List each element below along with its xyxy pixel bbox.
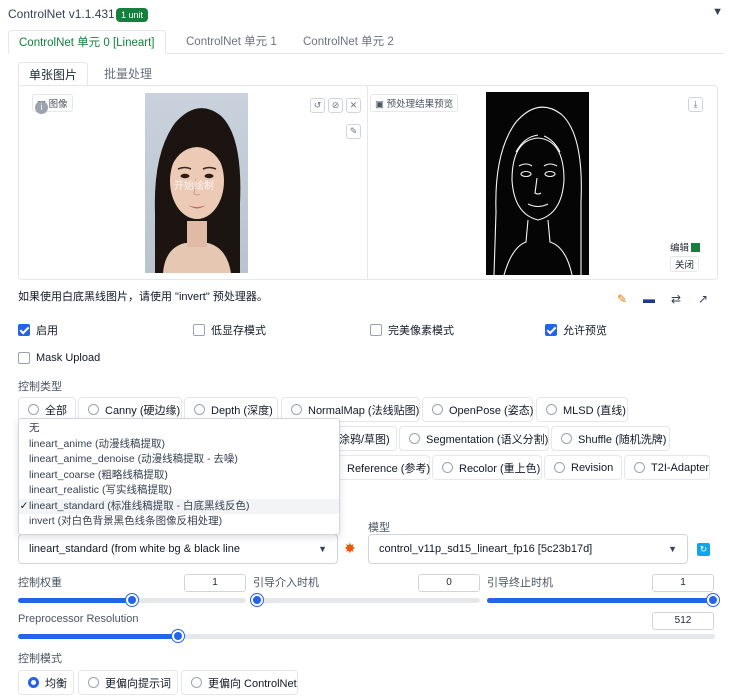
tab-single-image[interactable]: 单张图片	[18, 62, 89, 86]
preprocessor-option[interactable]: lineart_anime_denoise (动漫线稿提取 - 去噪)	[19, 452, 339, 468]
model-label: 模型	[368, 522, 390, 534]
edit-sheet-icon[interactable]: ✎	[612, 290, 632, 308]
image-icon: ▣	[375, 99, 387, 110]
checkbox-box[interactable]	[545, 324, 557, 336]
checkbox-box[interactable]	[18, 352, 30, 364]
checkbox-box[interactable]	[18, 324, 30, 336]
radio-dot[interactable]	[291, 404, 302, 415]
swap-icon[interactable]: ⇄	[666, 290, 686, 308]
low-vram-checkbox[interactable]: 低显存模式	[193, 322, 266, 338]
preview-label: ▣ 预处理结果预览	[370, 94, 459, 112]
weight-input[interactable]: 1	[184, 574, 246, 592]
radio-dot[interactable]	[554, 462, 565, 473]
radio-dot[interactable]	[634, 462, 645, 473]
download-icon[interactable]: ⤓	[688, 97, 703, 112]
camera-icon[interactable]: ▬	[639, 290, 659, 308]
model-select[interactable]: control_v11p_sd15_lineart_fp16 [5c23b17d…	[368, 534, 688, 564]
radio-dot[interactable]	[191, 677, 202, 688]
slider-thumb[interactable]	[251, 594, 263, 606]
end-slider[interactable]	[487, 594, 719, 606]
preprocessor-preview	[486, 92, 589, 275]
unit-count-badge: 1 unit	[116, 8, 149, 22]
lineart-image	[493, 106, 582, 275]
close-preview-button[interactable]: 关闭	[670, 256, 700, 272]
radio-dot[interactable]	[432, 404, 443, 415]
control-mode-balanced[interactable]: 均衡	[18, 670, 74, 695]
control-mode-prompt[interactable]: 更偏向提示词	[78, 670, 178, 695]
radio-dot[interactable]	[546, 404, 557, 415]
checkbox-box[interactable]	[370, 324, 382, 336]
collapse-arrow-icon[interactable]: ▼	[712, 6, 723, 18]
start-input[interactable]: 0	[418, 574, 480, 592]
radio-dot[interactable]	[28, 677, 39, 688]
close-icon[interactable]: ✕	[346, 98, 361, 113]
image-tabs: 单张图片 批量处理	[18, 62, 718, 86]
start-label: 引导介入时机	[253, 577, 319, 589]
edit-icon	[691, 243, 701, 252]
panel-divider	[367, 85, 368, 280]
slider-thumb[interactable]	[126, 594, 138, 606]
slider-thumb[interactable]	[172, 630, 185, 642]
resolution-input[interactable]: 512	[652, 612, 714, 630]
brush-icon[interactable]: ✎	[346, 124, 361, 139]
draw-watermark: 开始绘制	[174, 181, 214, 192]
control-mode-label: 控制模式	[18, 653, 62, 665]
preprocessor-dropdown-list: 无 lineart_anime (动漫线稿提取) lineart_anime_d…	[18, 418, 340, 535]
preprocessor-option[interactable]: lineart_coarse (粗略线稿提取)	[19, 468, 339, 484]
check-icon: ✓	[19, 499, 29, 512]
tab-unit-1[interactable]: ControlNet 单元 1	[176, 30, 287, 54]
radio-dot[interactable]	[194, 404, 205, 415]
end-label: 引导终止时机	[487, 577, 553, 589]
unit-tabs: ControlNet 单元 0 [Lineart] ControlNet 单元 …	[8, 30, 724, 54]
tab-unit-0[interactable]: ControlNet 单元 0 [Lineart]	[8, 30, 166, 54]
radio-dot[interactable]	[88, 404, 99, 415]
resolution-label: Preprocessor Resolution	[18, 613, 139, 625]
preprocessor-option[interactable]: lineart_anime (动漫线稿提取)	[19, 437, 339, 453]
preprocessor-option[interactable]: invert (对白色背景黑色线条图像反相处理)	[19, 514, 339, 530]
radio-dot[interactable]	[442, 462, 453, 473]
refresh-icon[interactable]: ↻	[697, 543, 710, 556]
edit-button[interactable]: 编辑	[670, 240, 701, 254]
panel-title: ControlNet v1.1.431	[8, 7, 115, 21]
control-mode-controlnet[interactable]: 更偏向 ControlNet	[181, 670, 298, 695]
preprocessor-select[interactable]: lineart_standard (from white bg & black …	[18, 534, 338, 564]
chevron-down-icon: ▼	[318, 544, 327, 554]
end-input[interactable]: 1	[652, 574, 714, 592]
undo-icon[interactable]: ↺	[310, 98, 325, 113]
tab-unit-2[interactable]: ControlNet 单元 2	[293, 30, 404, 54]
tab-batch[interactable]: 批量处理	[94, 62, 162, 86]
control-type-t2i-adapter[interactable]: T2I-Adapter	[624, 455, 710, 480]
weight-label: 控制权重	[18, 577, 62, 589]
send-dimensions-icon[interactable]: ↗	[693, 290, 713, 308]
radio-dot[interactable]	[88, 677, 99, 688]
control-type-segmentation[interactable]: Segmentation (语义分割)	[399, 426, 549, 451]
run-preprocessor-icon[interactable]: ✸	[344, 540, 356, 557]
preprocessor-option-selected[interactable]: ✓lineart_standard (标准线稿提取 - 白底黑线反色)	[19, 498, 339, 514]
invert-hint: 如果使用白底黑线图片，请使用 "invert" 预处理器。	[18, 291, 268, 303]
eraser-icon[interactable]: ⊘	[328, 98, 343, 113]
enable-checkbox[interactable]: 启用	[18, 322, 58, 338]
control-type-mlsd[interactable]: MLSD (直线)	[536, 397, 628, 422]
info-icon: i	[35, 101, 48, 114]
preprocessor-option[interactable]: lineart_realistic (写实线稿提取)	[19, 483, 339, 499]
slider-thumb[interactable]	[707, 594, 719, 606]
control-type-recolor[interactable]: Recolor (重上色)	[432, 455, 542, 480]
image-area	[18, 85, 718, 280]
control-type-revision[interactable]: Revision	[544, 455, 622, 480]
control-type-shuffle[interactable]: Shuffle (随机洗牌)	[551, 426, 670, 451]
radio-dot[interactable]	[409, 433, 420, 444]
radio-dot[interactable]	[561, 433, 572, 444]
start-slider[interactable]	[251, 594, 480, 606]
control-type-openpose[interactable]: OpenPose (姿态)	[422, 397, 533, 422]
checkbox-box[interactable]	[193, 324, 205, 336]
resolution-slider[interactable]	[18, 630, 715, 642]
chevron-down-icon: ▼	[668, 544, 677, 554]
weight-slider[interactable]	[18, 594, 246, 606]
pixel-perfect-checkbox[interactable]: 完美像素模式	[370, 322, 454, 338]
allow-preview-checkbox[interactable]: 允许预览	[545, 322, 607, 338]
radio-dot[interactable]	[28, 404, 39, 415]
mask-upload-checkbox[interactable]: Mask Upload	[18, 352, 100, 364]
preprocessor-option[interactable]: 无	[19, 421, 339, 437]
control-type-label: 控制类型	[18, 381, 62, 393]
